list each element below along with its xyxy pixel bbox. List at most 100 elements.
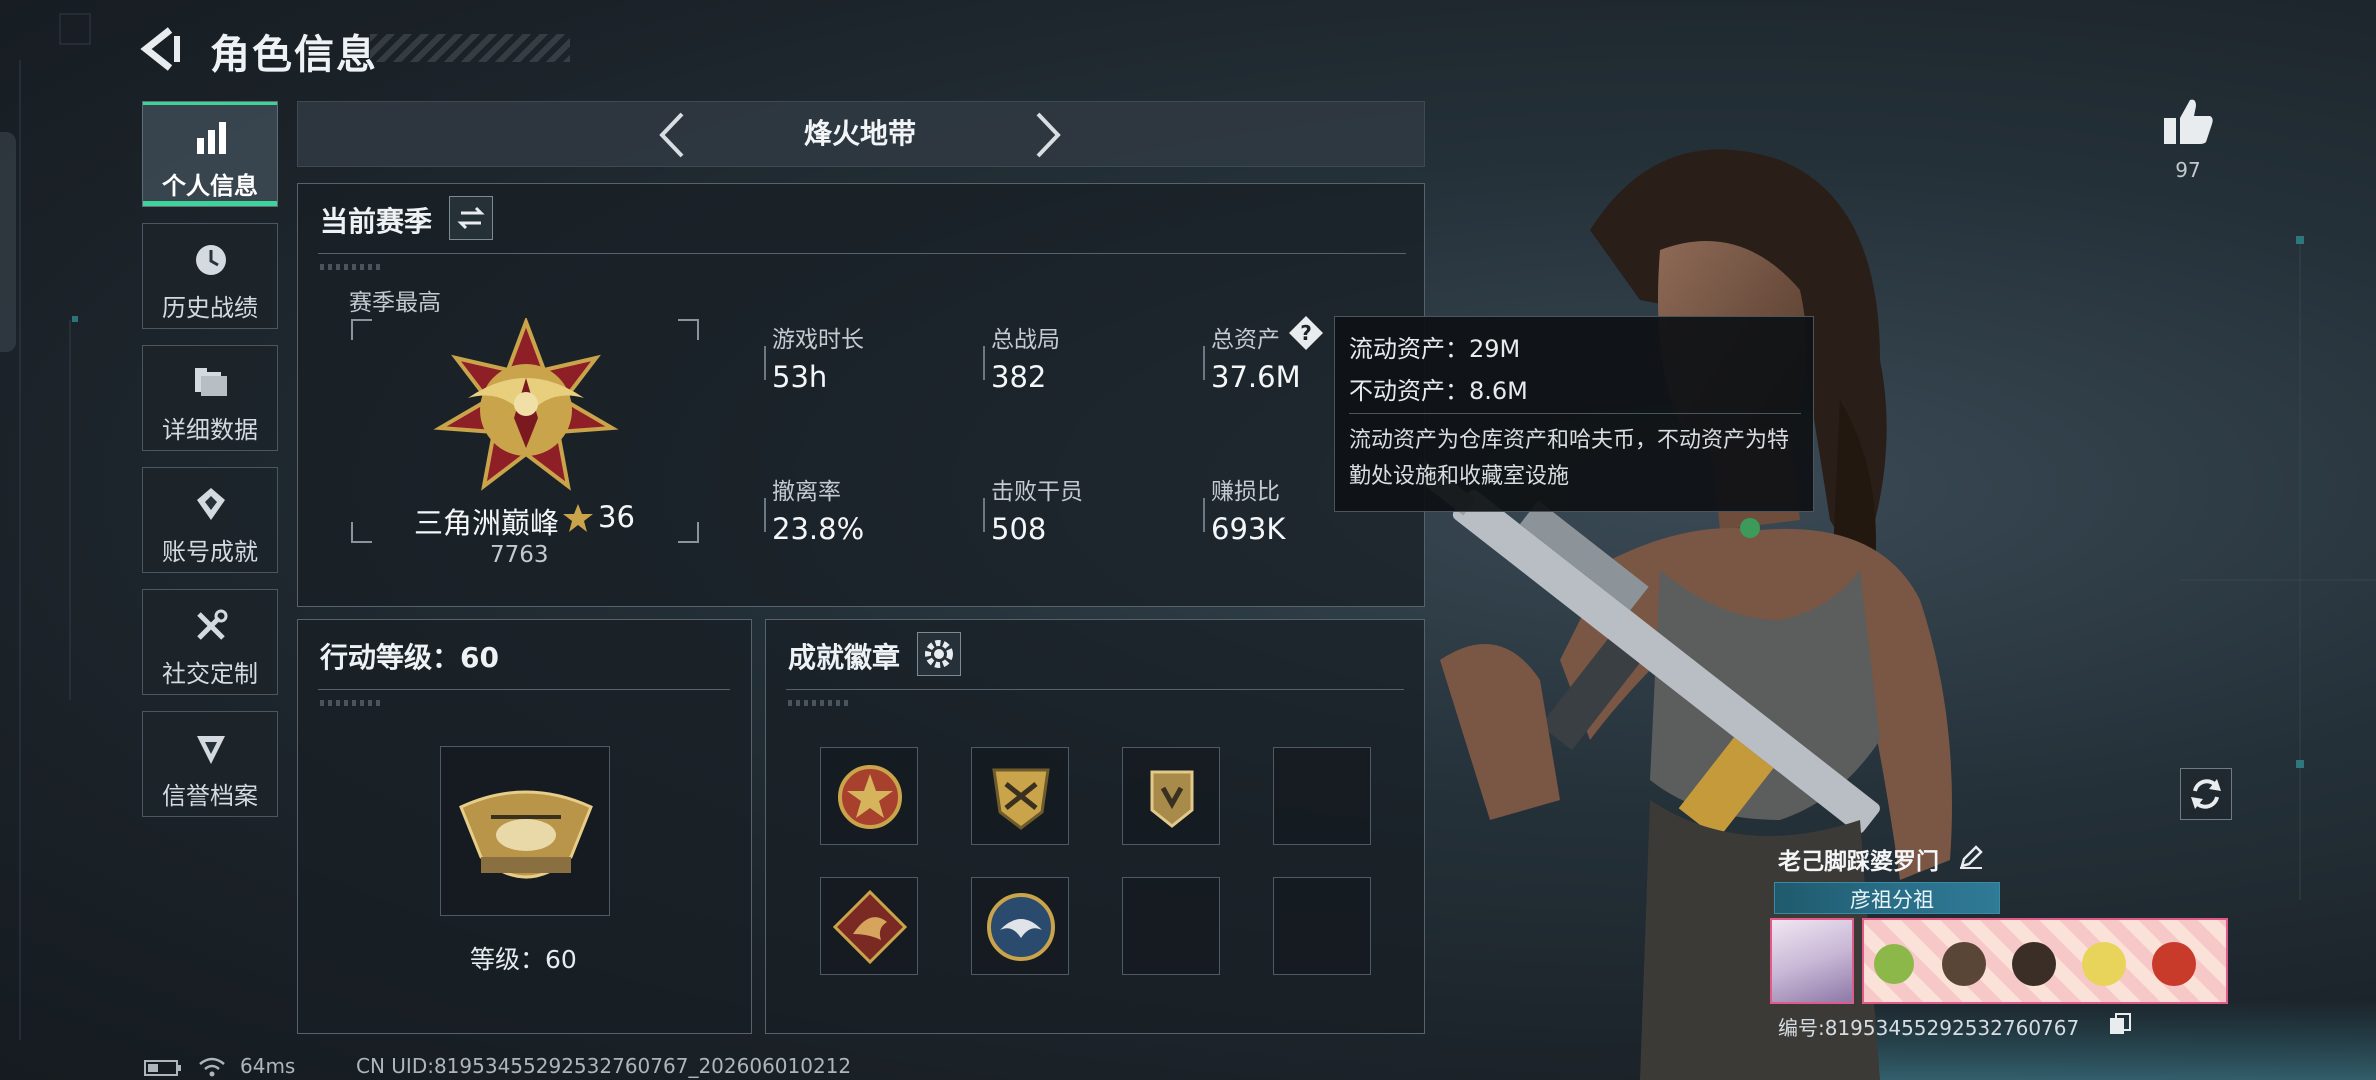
sidebar-item-detailed-data[interactable]: 详细数据 — [142, 345, 278, 451]
tooltip-fixed-assets: 不动资产：8.6M — [1349, 377, 1528, 405]
stat-value-kills: 508 — [991, 512, 1047, 546]
active-indicator-top — [143, 102, 277, 105]
uid-text: CN UID:8195345529253276076​7_20260601021… — [356, 1054, 852, 1078]
title-plate-text: 彦祖分祖 — [1850, 888, 1934, 912]
wrench-icon — [197, 609, 228, 640]
tooltip-liquid-assets: 流动资产：29M — [1349, 335, 1521, 363]
stat-value-matches: 382 — [991, 360, 1047, 394]
rank-score: 7763 — [490, 542, 549, 568]
shield-badge-icon — [992, 768, 1050, 830]
wifi-icon — [199, 1057, 225, 1077]
edit-pencil-icon[interactable] — [1958, 844, 1984, 870]
stat-label-profit-ratio: 赚损比 — [1211, 479, 1280, 505]
like-count: 97 — [2175, 158, 2201, 182]
stat-label-playtime: 游戏时长 — [772, 327, 864, 353]
mode-title: 烽火地带 — [803, 117, 916, 150]
sidebar-item-achievements[interactable]: 账号成就 — [142, 467, 278, 573]
refresh-button[interactable] — [2180, 768, 2232, 820]
stat-tick — [1203, 498, 1205, 532]
folder-icon — [195, 368, 227, 396]
stat-tick — [1203, 346, 1205, 380]
battery-icon — [144, 1060, 181, 1076]
copy-icon[interactable] — [2108, 1012, 2132, 1036]
divider-decoration — [320, 264, 380, 270]
stat-value-assets: 37.6M — [1211, 360, 1301, 394]
history-icon — [196, 245, 226, 275]
active-indicator-bar — [143, 201, 277, 206]
sidebar-item-social-custom[interactable]: 社交定制 — [142, 589, 278, 695]
rank-emblem-icon — [433, 318, 619, 491]
badge-slot-2[interactable] — [971, 747, 1069, 845]
badge-slot-7-empty[interactable] — [1122, 877, 1220, 975]
stat-tick — [764, 498, 766, 532]
helicopter-emblem-icon — [459, 790, 593, 879]
sidebar-item-credit-profile[interactable]: 信誉档案 — [142, 711, 278, 817]
back-arrow-icon[interactable] — [140, 26, 186, 72]
refresh-icon — [2191, 779, 2221, 809]
badges-title: 成就徽章 — [788, 641, 901, 674]
stat-tick — [764, 346, 766, 380]
stat-value-playtime: 53h — [772, 360, 828, 394]
left-edge-handle — [0, 132, 16, 352]
badge-slot-3[interactable] — [1122, 747, 1220, 845]
divider — [318, 253, 1406, 254]
switch-season-button[interactable] — [449, 196, 493, 240]
sidebar-item-label: 历史战绩 — [162, 294, 258, 322]
level-emblem-frame — [440, 746, 610, 916]
profile-banner — [1862, 918, 2228, 1004]
star-badge-icon — [838, 765, 902, 829]
chevron-left-icon[interactable] — [652, 108, 696, 162]
eagle-badge-icon — [987, 893, 1055, 961]
divider-decoration — [788, 700, 848, 706]
svg-text:?: ? — [1300, 321, 1312, 345]
season-title: 当前赛季 — [320, 205, 433, 238]
stat-value-profit-ratio: 693K — [1211, 512, 1286, 546]
stat-label-extract-rate: 撤离率 — [772, 479, 841, 505]
chevron-right-icon[interactable] — [1024, 108, 1068, 162]
thumbs-up-icon[interactable] — [2160, 94, 2216, 150]
asset-tooltip: 流动资产：29M 不动资产：8.6M 流动资产为仓库资产和哈夫币，不动资产为特勤… — [1334, 316, 1814, 512]
star-icon — [563, 504, 593, 532]
swap-icon — [457, 206, 485, 230]
tooltip-divider — [1349, 413, 1801, 414]
title-decoration — [370, 34, 570, 62]
divider — [318, 689, 730, 690]
bar-chart-icon — [197, 122, 226, 154]
sidebar-item-label: 详细数据 — [162, 416, 258, 444]
help-icon[interactable]: ? — [1288, 315, 1324, 351]
chibi-characters-icon — [1874, 942, 2196, 986]
sidebar-item-label: 账号成就 — [162, 538, 258, 566]
stat-tick — [983, 498, 985, 532]
player-id: 编号:819534552925327607​67 — [1778, 1016, 2080, 1040]
stat-value-extract-rate: 23.8% — [772, 512, 865, 546]
sidebar-item-personal-info[interactable]: 个人信息 — [142, 101, 278, 207]
level-text: 等级：60 — [470, 945, 577, 974]
badge-settings-button[interactable] — [917, 632, 961, 676]
page-title: 角色信息 — [210, 32, 378, 78]
divider-decoration — [320, 700, 380, 706]
level-title: 行动等级：60 — [320, 641, 499, 674]
credit-icon — [197, 736, 225, 764]
ping-text: 64ms — [240, 1054, 296, 1078]
stat-tick — [983, 346, 985, 380]
sidebar-item-label: 个人信息 — [162, 172, 258, 200]
tooltip-description: 流动资产为仓库资产和哈夫币，不动资产为特勤处设施和收藏室设施 — [1349, 428, 1790, 489]
badge-slot-4-empty[interactable] — [1273, 747, 1371, 845]
sidebar-item-label: 信誉档案 — [162, 782, 258, 810]
badge-slot-1[interactable] — [820, 747, 918, 845]
crest-badge-icon — [1150, 770, 1194, 828]
achievement-icon — [197, 488, 225, 520]
player-name: 老己脚踩婆罗门 — [1778, 849, 1939, 875]
sidebar-item-history[interactable]: 历史战绩 — [142, 223, 278, 329]
stat-label-matches: 总战局 — [991, 327, 1060, 353]
rank-name: 三角洲巅峰 — [414, 506, 560, 540]
badge-slot-8-empty[interactable] — [1273, 877, 1371, 975]
badge-slot-5[interactable] — [820, 877, 918, 975]
stat-label-assets: 总资产 — [1211, 327, 1280, 353]
badge-slot-6[interactable] — [971, 877, 1069, 975]
season-best-label: 赛季最高 — [349, 290, 441, 316]
divider — [786, 689, 1404, 690]
rank-stars: 36 — [598, 500, 635, 534]
sidebar-item-label: 社交定制 — [162, 660, 258, 688]
avatar[interactable] — [1770, 918, 1854, 1004]
